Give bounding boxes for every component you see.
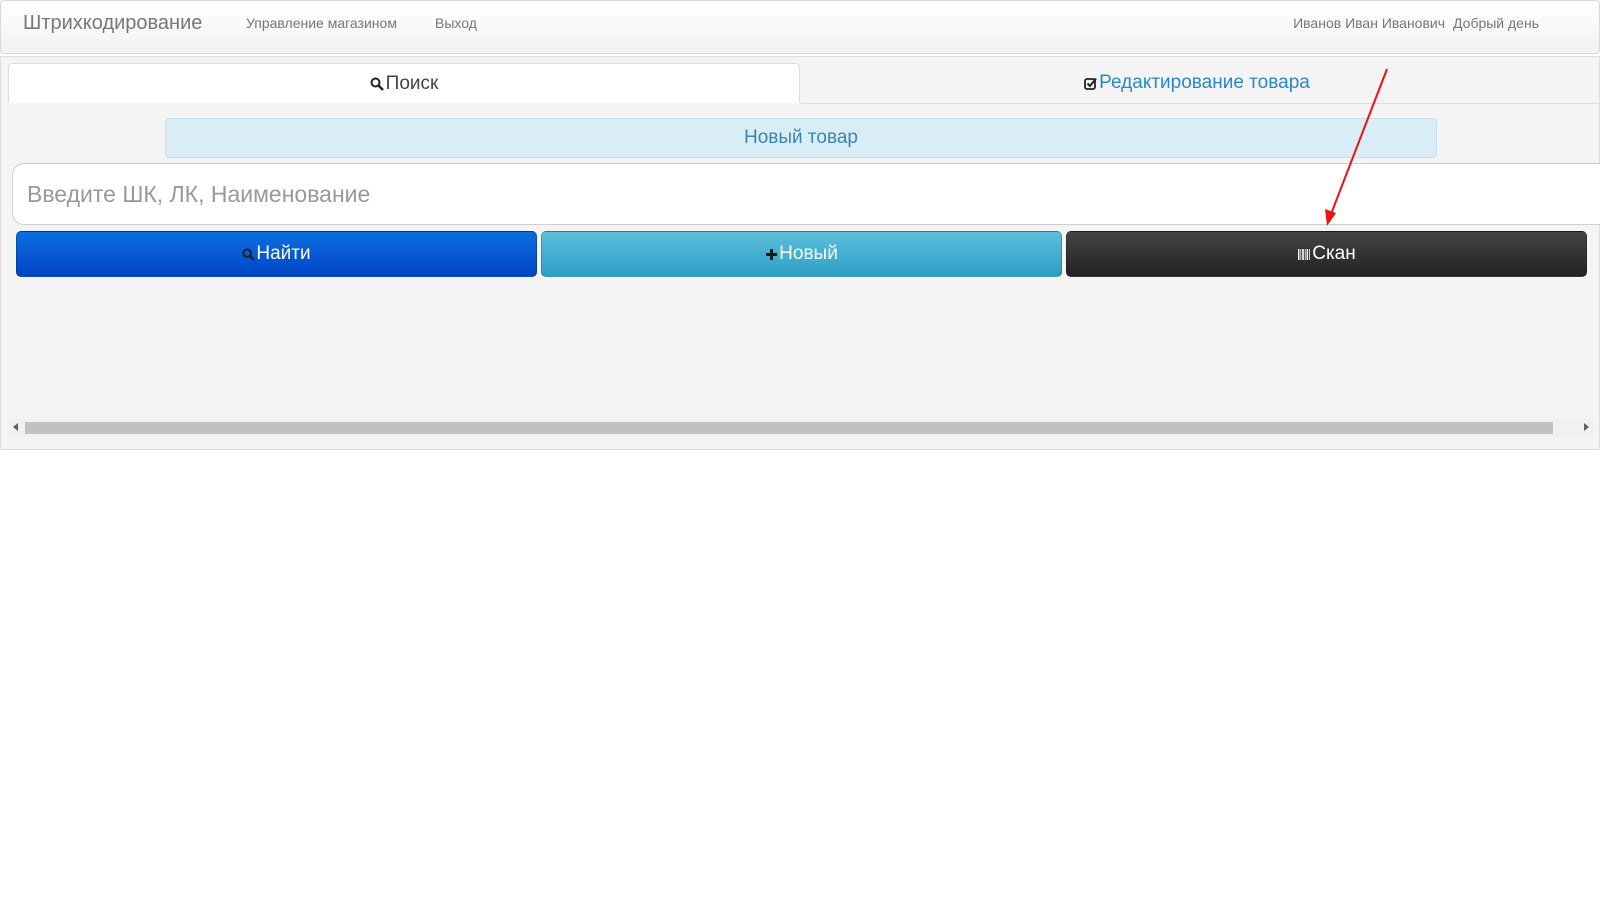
nav-link-store-management[interactable]: Управление магазином [246, 15, 397, 31]
barcode-icon [1297, 248, 1311, 261]
tab-search-label: Поиск [385, 72, 439, 94]
user-name: Иванов Иван Иванович [1293, 15, 1446, 31]
scan-button-label: Скан [1312, 243, 1356, 264]
new-product-banner: Новый товар [165, 118, 1437, 158]
tab-divider [801, 103, 1600, 104]
main-panel: Поиск Редактирование товара Новый товар … [0, 56, 1600, 450]
tab-search[interactable]: Поиск [8, 63, 800, 103]
new-button[interactable]: Новый [541, 231, 1062, 277]
top-navbar: Штрихкодирование Управление магазином Вы… [0, 0, 1600, 54]
horizontal-scrollbar[interactable] [9, 419, 1593, 437]
greeting-text: Добрый день [1453, 15, 1539, 31]
search-icon [370, 77, 384, 91]
user-info: Иванов Иван Иванович Добрый день [1293, 15, 1539, 31]
find-button[interactable]: Найти [16, 231, 537, 277]
scroll-left-icon[interactable] [13, 423, 18, 431]
brand-title[interactable]: Штрихкодирование [23, 12, 202, 35]
scan-button[interactable]: Скан [1066, 231, 1587, 277]
tab-edit-product-label: Редактирование товара [1099, 72, 1310, 93]
find-button-label: Найти [256, 243, 311, 264]
nav-link-logout[interactable]: Выход [435, 15, 477, 31]
search-input[interactable] [12, 163, 1600, 225]
new-button-label: Новый [779, 243, 838, 264]
scroll-right-icon[interactable] [1584, 423, 1589, 431]
search-icon [242, 247, 256, 261]
tab-edit-product[interactable]: Редактирование товара [801, 63, 1593, 103]
check-square-icon [1084, 77, 1097, 90]
plus-icon [765, 248, 778, 261]
scrollbar-thumb[interactable] [25, 422, 1553, 434]
